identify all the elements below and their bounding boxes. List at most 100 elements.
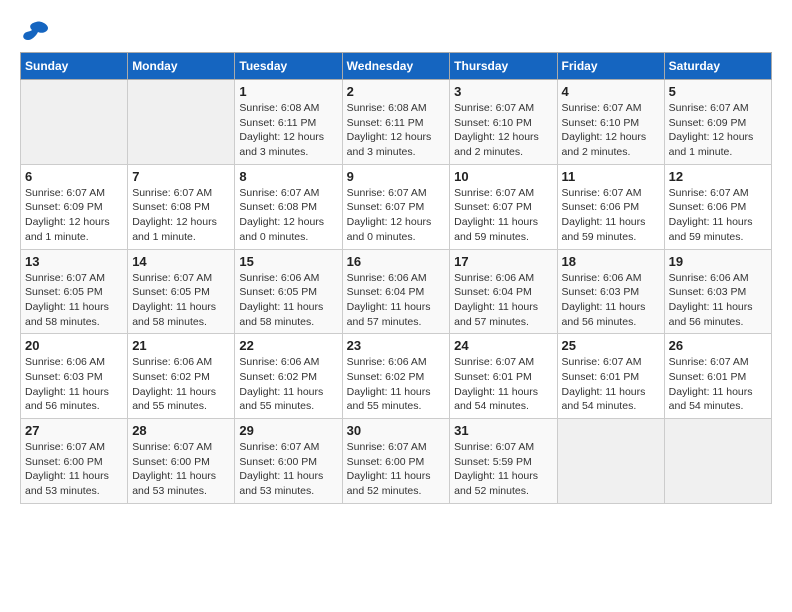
day-number: 14 [132,254,230,269]
day-number: 30 [347,423,446,438]
day-number: 12 [669,169,767,184]
day-info: Sunrise: 6:07 AMSunset: 6:00 PMDaylight:… [239,440,337,499]
day-number: 2 [347,84,446,99]
day-info: Sunrise: 6:06 AMSunset: 6:03 PMDaylight:… [25,355,123,414]
day-number: 8 [239,169,337,184]
day-number: 13 [25,254,123,269]
calendar-cell: 28 Sunrise: 6:07 AMSunset: 6:00 PMDayligh… [128,419,235,504]
calendar-cell: 22 Sunrise: 6:06 AMSunset: 6:02 PMDayligh… [235,334,342,419]
calendar-cell [21,80,128,165]
day-info: Sunrise: 6:07 AMSunset: 6:05 PMDaylight:… [132,271,230,330]
weekday-header-sunday: Sunday [21,53,128,80]
day-number: 17 [454,254,552,269]
calendar-cell: 8 Sunrise: 6:07 AMSunset: 6:08 PMDaylight… [235,164,342,249]
day-number: 9 [347,169,446,184]
weekday-header-thursday: Thursday [450,53,557,80]
weekday-header-tuesday: Tuesday [235,53,342,80]
day-number: 7 [132,169,230,184]
day-number: 26 [669,338,767,353]
calendar-cell [128,80,235,165]
day-info: Sunrise: 6:06 AMSunset: 6:02 PMDaylight:… [132,355,230,414]
day-info: Sunrise: 6:06 AMSunset: 6:04 PMDaylight:… [454,271,552,330]
day-number: 11 [562,169,660,184]
day-number: 23 [347,338,446,353]
day-info: Sunrise: 6:06 AMSunset: 6:03 PMDaylight:… [669,271,767,330]
weekday-header-saturday: Saturday [664,53,771,80]
calendar-cell: 17 Sunrise: 6:06 AMSunset: 6:04 PMDayligh… [450,249,557,334]
day-info: Sunrise: 6:07 AMSunset: 6:05 PMDaylight:… [25,271,123,330]
calendar-cell: 12 Sunrise: 6:07 AMSunset: 6:06 PMDayligh… [664,164,771,249]
calendar-cell: 26 Sunrise: 6:07 AMSunset: 6:01 PMDayligh… [664,334,771,419]
day-info: Sunrise: 6:07 AMSunset: 6:09 PMDaylight:… [669,101,767,160]
day-info: Sunrise: 6:07 AMSunset: 6:01 PMDaylight:… [669,355,767,414]
calendar-cell: 15 Sunrise: 6:06 AMSunset: 6:05 PMDayligh… [235,249,342,334]
day-number: 4 [562,84,660,99]
day-info: Sunrise: 6:07 AMSunset: 6:09 PMDaylight:… [25,186,123,245]
day-info: Sunrise: 6:06 AMSunset: 6:05 PMDaylight:… [239,271,337,330]
day-number: 10 [454,169,552,184]
day-info: Sunrise: 6:07 AMSunset: 6:10 PMDaylight:… [454,101,552,160]
calendar-cell: 9 Sunrise: 6:07 AMSunset: 6:07 PMDaylight… [342,164,450,249]
day-info: Sunrise: 6:06 AMSunset: 6:03 PMDaylight:… [562,271,660,330]
calendar-cell: 18 Sunrise: 6:06 AMSunset: 6:03 PMDayligh… [557,249,664,334]
day-number: 28 [132,423,230,438]
day-info: Sunrise: 6:07 AMSunset: 5:59 PMDaylight:… [454,440,552,499]
day-number: 27 [25,423,123,438]
day-number: 20 [25,338,123,353]
day-info: Sunrise: 6:07 AMSunset: 6:08 PMDaylight:… [132,186,230,245]
day-info: Sunrise: 6:07 AMSunset: 6:00 PMDaylight:… [347,440,446,499]
calendar-cell: 2 Sunrise: 6:08 AMSunset: 6:11 PMDaylight… [342,80,450,165]
day-number: 24 [454,338,552,353]
day-info: Sunrise: 6:08 AMSunset: 6:11 PMDaylight:… [239,101,337,160]
calendar-cell: 6 Sunrise: 6:07 AMSunset: 6:09 PMDaylight… [21,164,128,249]
calendar-table: SundayMondayTuesdayWednesdayThursdayFrid… [20,52,772,504]
day-number: 22 [239,338,337,353]
day-info: Sunrise: 6:06 AMSunset: 6:02 PMDaylight:… [347,355,446,414]
day-number: 1 [239,84,337,99]
day-number: 5 [669,84,767,99]
day-info: Sunrise: 6:07 AMSunset: 6:01 PMDaylight:… [562,355,660,414]
day-number: 21 [132,338,230,353]
calendar-cell: 14 Sunrise: 6:07 AMSunset: 6:05 PMDayligh… [128,249,235,334]
logo [20,20,50,42]
day-number: 3 [454,84,552,99]
calendar-cell: 29Sunrise: 6:07 AMSunset: 6:00 PMDayligh… [235,419,342,504]
day-info: Sunrise: 6:06 AMSunset: 6:04 PMDaylight:… [347,271,446,330]
calendar-cell: 21 Sunrise: 6:06 AMSunset: 6:02 PMDayligh… [128,334,235,419]
calendar-cell: 16 Sunrise: 6:06 AMSunset: 6:04 PMDayligh… [342,249,450,334]
calendar-cell: 27 Sunrise: 6:07 AMSunset: 6:00 PMDayligh… [21,419,128,504]
day-info: Sunrise: 6:06 AMSunset: 6:02 PMDaylight:… [239,355,337,414]
calendar-cell: 7 Sunrise: 6:07 AMSunset: 6:08 PMDaylight… [128,164,235,249]
calendar-cell: 20 Sunrise: 6:06 AMSunset: 6:03 PMDayligh… [21,334,128,419]
calendar-cell: 31Sunrise: 6:07 AMSunset: 5:59 PMDayligh… [450,419,557,504]
weekday-header-friday: Friday [557,53,664,80]
day-info: Sunrise: 6:07 AMSunset: 6:07 PMDaylight:… [454,186,552,245]
day-info: Sunrise: 6:07 AMSunset: 6:07 PMDaylight:… [347,186,446,245]
calendar-cell: 30 Sunrise: 6:07 AMSunset: 6:00 PMDayligh… [342,419,450,504]
day-number: 18 [562,254,660,269]
calendar-cell: 13 Sunrise: 6:07 AMSunset: 6:05 PMDayligh… [21,249,128,334]
calendar-cell: 11 Sunrise: 6:07 AMSunset: 6:06 PMDayligh… [557,164,664,249]
day-number: 6 [25,169,123,184]
day-number: 16 [347,254,446,269]
day-info: Sunrise: 6:07 AMSunset: 6:10 PMDaylight:… [562,101,660,160]
day-number: 19 [669,254,767,269]
logo-bird-icon [22,20,50,42]
day-number: 15 [239,254,337,269]
day-info: Sunrise: 6:07 AMSunset: 6:00 PMDaylight:… [132,440,230,499]
day-info: Sunrise: 6:08 AMSunset: 6:11 PMDaylight:… [347,101,446,160]
calendar-cell [557,419,664,504]
calendar-cell: 24 Sunrise: 6:07 AMSunset: 6:01 PMDayligh… [450,334,557,419]
calendar-cell: 23 Sunrise: 6:06 AMSunset: 6:02 PMDayligh… [342,334,450,419]
calendar-cell: 5 Sunrise: 6:07 AMSunset: 6:09 PMDaylight… [664,80,771,165]
day-info: Sunrise: 6:07 AMSunset: 6:01 PMDaylight:… [454,355,552,414]
calendar-cell [664,419,771,504]
day-info: Sunrise: 6:07 AMSunset: 6:06 PMDaylight:… [562,186,660,245]
calendar-cell: 19 Sunrise: 6:06 AMSunset: 6:03 PMDayligh… [664,249,771,334]
calendar-cell: 25Sunrise: 6:07 AMSunset: 6:01 PMDayligh… [557,334,664,419]
calendar-cell: 10 Sunrise: 6:07 AMSunset: 6:07 PMDayligh… [450,164,557,249]
weekday-header-wednesday: Wednesday [342,53,450,80]
day-info: Sunrise: 6:07 AMSunset: 6:06 PMDaylight:… [669,186,767,245]
day-info: Sunrise: 6:07 AMSunset: 6:00 PMDaylight:… [25,440,123,499]
day-info: Sunrise: 6:07 AMSunset: 6:08 PMDaylight:… [239,186,337,245]
